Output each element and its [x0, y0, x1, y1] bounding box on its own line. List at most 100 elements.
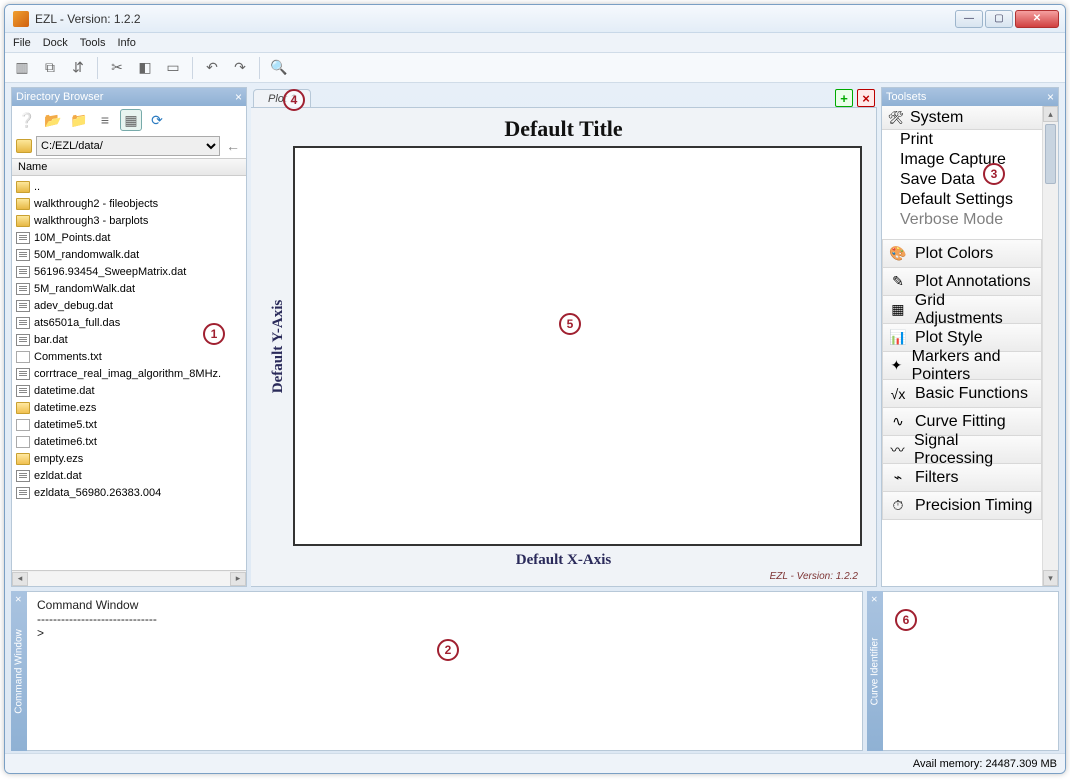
app-window: EZL - Version: 1.2.2 — ▢ ✕ File Dock Too…: [4, 4, 1066, 774]
path-select[interactable]: C:/EZL/data/: [36, 136, 220, 156]
close-button[interactable]: ✕: [1015, 10, 1059, 28]
plot-canvas[interactable]: [293, 146, 862, 546]
folder-icon: [16, 139, 32, 153]
toolset-print[interactable]: Print: [882, 130, 1042, 150]
redo-icon[interactable]: ↷: [229, 57, 251, 79]
file-name: bar.dat: [34, 334, 68, 346]
toolset-image-capture[interactable]: Image Capture: [882, 150, 1042, 170]
plot-ylabel: Default Y-Axis: [265, 146, 293, 546]
plot-tab[interactable]: Plot 1: [253, 89, 311, 107]
file-list-header[interactable]: Name: [12, 158, 246, 176]
file-row[interactable]: ezldata_56980.26383.004: [12, 484, 246, 501]
list-view-icon[interactable]: ≡: [94, 109, 116, 131]
app-icon: [13, 11, 29, 27]
dir-browser-close-icon[interactable]: ×: [235, 90, 242, 104]
file-row[interactable]: walkthrough3 - barplots: [12, 212, 246, 229]
file-name: ezldat.dat: [34, 470, 82, 482]
file-row[interactable]: bar.dat: [12, 331, 246, 348]
ezs-icon: [16, 402, 30, 414]
menu-file[interactable]: File: [13, 37, 31, 49]
file-name: walkthrough2 - fileobjects: [34, 198, 158, 210]
file-row[interactable]: 56196.93454_SweepMatrix.dat: [12, 263, 246, 280]
curve-close-icon[interactable]: ×: [869, 596, 881, 602]
menubar: File Dock Tools Info: [5, 33, 1065, 53]
compress-icon[interactable]: ⇵: [67, 57, 89, 79]
scroll-thumb[interactable]: [1045, 124, 1056, 184]
file-list-hscroll[interactable]: ◂ ▸: [12, 570, 246, 586]
folder-icon: [16, 215, 30, 227]
file-row[interactable]: datetime5.txt: [12, 416, 246, 433]
file-row[interactable]: datetime.ezs: [12, 399, 246, 416]
toolset-item[interactable]: 🎨Plot Colors: [882, 240, 1042, 268]
file-row[interactable]: corrtrace_real_imag_algorithm_8MHz.: [12, 365, 246, 382]
menu-tools[interactable]: Tools: [80, 37, 106, 49]
toolset-label: Filters: [915, 469, 959, 487]
erase-icon[interactable]: ◧: [134, 57, 156, 79]
help-icon[interactable]: ❔: [16, 109, 38, 131]
dat-icon: [16, 232, 30, 244]
file-list[interactable]: .. walkthrough2 - fileobjects walkthrough3…: [12, 176, 246, 570]
file-row[interactable]: empty.ezs: [12, 450, 246, 467]
add-plot-button[interactable]: +: [835, 89, 853, 107]
minimize-button[interactable]: —: [955, 10, 983, 28]
dat-icon: [16, 266, 30, 278]
toolset-save-data[interactable]: Save Data: [882, 170, 1042, 190]
toolsets-title: Toolsets: [886, 91, 1047, 103]
toolset-icon: ✦: [889, 357, 904, 375]
file-row[interactable]: adev_debug.dat: [12, 297, 246, 314]
toolset-item[interactable]: ⌁Filters: [882, 464, 1042, 492]
toolbar: ▥ ⧉ ⇵ ✂ ◧ ▭ ↶ ↷ 🔍: [5, 53, 1065, 83]
folder-icon: [16, 181, 30, 193]
toolset-system-header[interactable]: 🛠 System: [882, 106, 1042, 130]
file-row[interactable]: datetime.dat: [12, 382, 246, 399]
file-row[interactable]: 10M_Points.dat: [12, 229, 246, 246]
toolset-item[interactable]: ✦Markers and Pointers: [882, 352, 1042, 380]
ezs-icon: [16, 453, 30, 465]
menu-info[interactable]: Info: [117, 37, 135, 49]
toolsets-close-icon[interactable]: ×: [1047, 90, 1054, 104]
toolset-item[interactable]: ▦Grid Adjustments: [882, 296, 1042, 324]
file-row[interactable]: ezldat.dat: [12, 467, 246, 484]
titlebar: EZL - Version: 1.2.2 — ▢ ✕: [5, 5, 1065, 33]
file-row[interactable]: ..: [12, 178, 246, 195]
file-row[interactable]: ats6501a_full.das: [12, 314, 246, 331]
delete-plot-button[interactable]: ×: [857, 89, 875, 107]
toolset-item[interactable]: 〰Signal Processing: [882, 436, 1042, 464]
undo-icon[interactable]: ↶: [201, 57, 223, 79]
scroll-left-icon[interactable]: ◂: [12, 572, 28, 586]
select-icon[interactable]: ▭: [162, 57, 184, 79]
toolset-label: Precision Timing: [915, 497, 1032, 515]
file-row[interactable]: datetime6.txt: [12, 433, 246, 450]
file-row[interactable]: 5M_randomWalk.dat: [12, 280, 246, 297]
file-row[interactable]: 50M_randomwalk.dat: [12, 246, 246, 263]
command-window[interactable]: Command Window -------------------------…: [27, 591, 863, 751]
file-row[interactable]: Comments.txt: [12, 348, 246, 365]
scroll-right-icon[interactable]: ▸: [230, 572, 246, 586]
layout-icon[interactable]: ⧉: [39, 57, 61, 79]
curve-identifier-body[interactable]: [883, 591, 1059, 751]
scroll-up-icon[interactable]: ▴: [1043, 106, 1058, 122]
open-folder-icon[interactable]: 📁: [68, 109, 90, 131]
toolset-default-settings[interactable]: Default Settings: [882, 190, 1042, 210]
chip-icon[interactable]: ▥: [11, 57, 33, 79]
refresh-icon[interactable]: ⟳: [146, 109, 168, 131]
plot-title: Default Title: [265, 116, 862, 142]
zoom-icon[interactable]: 🔍: [268, 57, 290, 79]
maximize-button[interactable]: ▢: [985, 10, 1013, 28]
statusbar: Avail memory: 24487.309 MB: [5, 753, 1065, 773]
toolsets-scrollbar[interactable]: ▴ ▾: [1042, 106, 1058, 586]
toolset-label: Signal Processing: [914, 432, 1035, 468]
cut-icon[interactable]: ✂: [106, 57, 128, 79]
dat-icon: [16, 283, 30, 295]
toolset-item[interactable]: √xBasic Functions: [882, 380, 1042, 408]
scroll-down-icon[interactable]: ▾: [1043, 570, 1058, 586]
up-folder-icon[interactable]: 📂: [42, 109, 64, 131]
toolset-verbose-mode[interactable]: Verbose Mode: [882, 210, 1042, 230]
menu-dock[interactable]: Dock: [43, 37, 68, 49]
toolset-item[interactable]: ⏱Precision Timing: [882, 492, 1042, 520]
txt-icon: [16, 436, 30, 448]
file-row[interactable]: walkthrough2 - fileobjects: [12, 195, 246, 212]
detail-view-icon[interactable]: ▦: [120, 109, 142, 131]
back-arrow-icon[interactable]: ←: [224, 138, 242, 154]
cmd-close-icon[interactable]: ×: [13, 596, 25, 602]
